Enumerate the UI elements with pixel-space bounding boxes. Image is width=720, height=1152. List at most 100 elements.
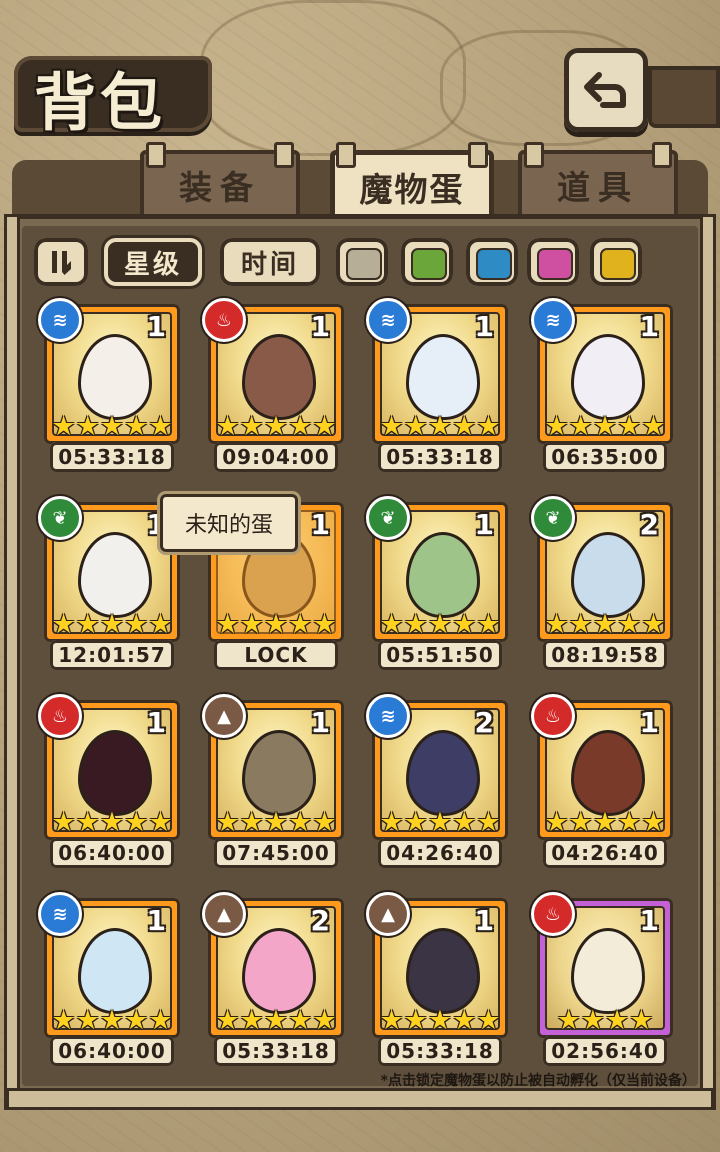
egg-tooltip: 未知的蛋 [160,494,298,552]
egg-image [78,334,152,420]
star-icon: ★ [592,609,618,640]
star-icon: ★ [568,411,593,442]
hatch-timer: 04:26:40 [543,838,667,868]
fire-element-icon: ♨ [38,694,82,738]
star-icon: ★ [641,807,666,838]
filter-color-pink[interactable] [527,238,579,286]
filter-color-blue[interactable] [466,238,518,286]
star-icon: ★ [75,609,100,640]
star-icon: ★ [148,609,173,640]
star-icon: ★ [263,807,289,838]
star-icon: ★ [617,807,642,838]
egg-card[interactable]: ▲ 2 ★ ★ ★ ★ ★ [202,892,344,1038]
star-icon: ★ [75,411,100,442]
star-icon: ★ [592,411,618,442]
star-icon: ★ [124,807,149,838]
star-icon: ★ [312,807,337,838]
egg-image [571,730,645,816]
egg-card[interactable]: ≋ 2 ★ ★ ★ ★ ★ [366,694,508,840]
egg-image [78,532,152,618]
egg-count: 1 [146,706,166,739]
egg-count: 1 [639,904,659,937]
tab-monster-eggs[interactable]: 魔物蛋 [330,142,494,224]
egg-card[interactable]: ≋ 1 ★ ★ ★ ★ ★ [366,298,508,444]
egg-card[interactable]: ❦ 2 ★ ★ ★ ★ ★ [531,496,673,642]
egg-card[interactable]: ♨ 1 ★ ★ ★ ★ ★ [531,694,673,840]
star-icon: ★ [148,1005,173,1036]
color-chip [600,248,636,280]
star-icon: ★ [476,609,501,640]
star-rating: ★ ★ ★ ★ ★ [214,611,338,638]
panel-rail-right [700,214,716,1110]
egg-image [242,928,316,1014]
star-icon: ★ [239,1005,264,1036]
star-icon: ★ [215,807,240,838]
star-icon: ★ [263,1005,289,1036]
star-icon: ★ [99,609,125,640]
egg-image [406,928,480,1014]
egg-card[interactable]: ▲ 1 ★ ★ ★ ★ ★ [366,892,508,1038]
star-icon: ★ [544,411,569,442]
sort-by-time-button[interactable]: 时间 [220,238,320,286]
star-icon: ★ [568,807,593,838]
star-icon: ★ [148,807,173,838]
fire-element-icon: ♨ [531,694,575,738]
tab-equipment[interactable]: 装备 [140,142,300,220]
page-title: 背包 [34,66,167,139]
hatch-timer: 06:40:00 [50,1036,174,1066]
star-icon: ★ [51,609,76,640]
star-icon: ★ [427,609,453,640]
egg-card[interactable]: ♨ 1 ★ ★ ★ ★ ★ [38,694,180,840]
hatch-timer: 05:33:18 [378,1036,502,1066]
egg-image [571,334,645,420]
color-chip [411,248,447,280]
star-icon: ★ [148,411,173,442]
star-rating: ★ ★ ★ ★ ★ [543,809,667,836]
filter-color-yellow[interactable] [590,238,642,286]
star-icon: ★ [379,609,404,640]
egg-card[interactable]: ▲ 1 ★ ★ ★ ★ ★ [202,694,344,840]
star-rating: ★ ★ ★ ★ ★ [50,1007,174,1034]
hatch-timer: 06:40:00 [50,838,174,868]
star-icon: ★ [124,609,149,640]
tab-items[interactable]: 道具 [518,142,678,220]
egg-card[interactable]: ≋ 1 ★ ★ ★ ★ ★ [531,298,673,444]
egg-image [406,532,480,618]
color-chip [537,248,573,280]
star-icon: ★ [312,1005,337,1036]
filter-color-green[interactable] [401,238,453,286]
hatch-timer: 07:45:00 [214,838,338,868]
back-button[interactable] [564,48,648,132]
fire-element-icon: ♨ [531,892,575,936]
star-icon: ★ [215,1005,240,1036]
star-icon: ★ [476,411,501,442]
egg-card[interactable]: ≋ 1 ★ ★ ★ ★ ★ [38,892,180,1038]
egg-image [406,334,480,420]
back-arrow-icon [584,72,626,108]
sort-by-star-button[interactable]: 星级 [104,238,202,286]
star-icon: ★ [215,411,240,442]
egg-count: 1 [474,904,494,937]
egg-image [406,730,480,816]
star-icon: ★ [452,411,477,442]
color-chip [346,248,382,280]
star-icon: ★ [544,609,569,640]
star-icon: ★ [288,1005,313,1036]
hatch-timer: 05:33:18 [214,1036,338,1066]
sort-toggle-icon [52,251,71,275]
egg-card[interactable]: ♨ 1 ★ ★ ★ ★ ★ [202,298,344,444]
egg-card[interactable]: ♨ 1 ★ ★ ★ ★ [531,892,673,1038]
water-element-icon: ≋ [38,892,82,936]
tab-label: 魔物蛋 [359,170,465,209]
star-icon: ★ [452,609,477,640]
star-icon: ★ [312,609,337,640]
egg-card[interactable]: ≋ 1 ★ ★ ★ ★ ★ [38,298,180,444]
egg-card[interactable]: ❦ 1 ★ ★ ★ ★ ★ [366,496,508,642]
lock-label: LOCK [214,640,338,670]
star-icon: ★ [51,1005,76,1036]
filter-color-gray[interactable] [336,238,388,286]
star-icon: ★ [580,1005,605,1036]
star-icon: ★ [288,411,313,442]
sort-toggle-button[interactable] [34,238,88,286]
map-decoration [200,0,466,156]
